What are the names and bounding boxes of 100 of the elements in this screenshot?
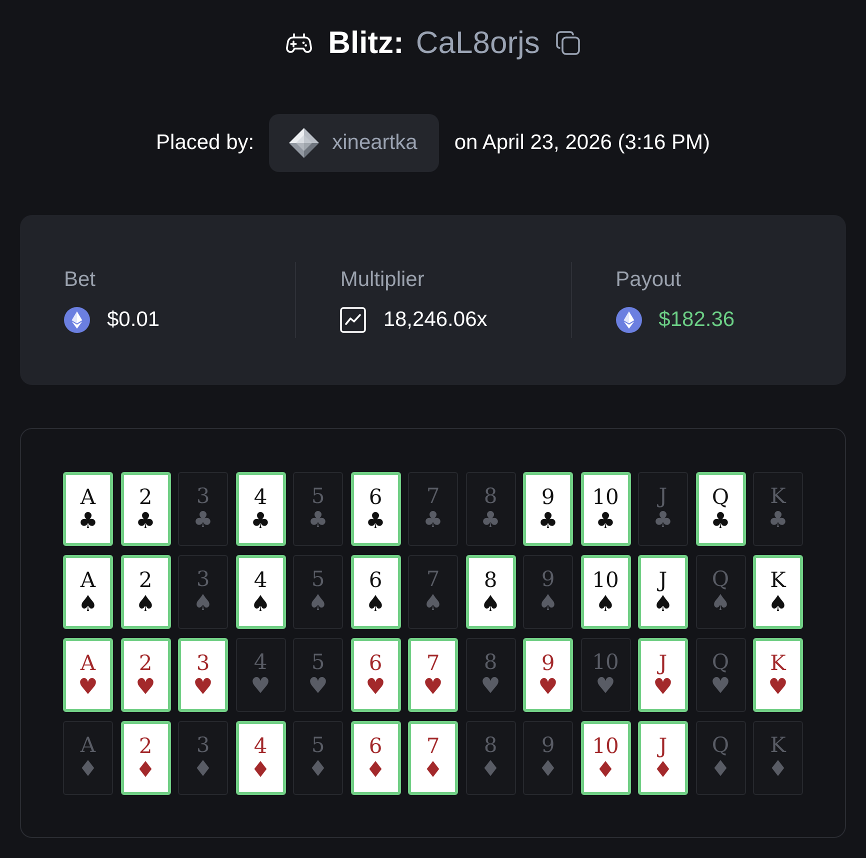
card-rank: 5 (311, 566, 325, 592)
card-suit: ♣ (136, 510, 156, 534)
diamond-icon (289, 128, 320, 158)
card-rank: K (770, 566, 786, 592)
card-rank: 6 (368, 566, 382, 592)
card-suit: ♠ (480, 592, 500, 616)
card-rank: 7 (426, 650, 440, 676)
card-suit: ♦ (366, 758, 386, 782)
card-suit: ♦ (710, 758, 730, 782)
gamepad-icon (286, 33, 312, 53)
card-rank: J (658, 483, 668, 509)
card-rank: 4 (254, 484, 268, 510)
card-rank: 2 (138, 732, 152, 758)
card-suit: ♦ (78, 758, 98, 782)
card-rank: 3 (196, 650, 210, 676)
card-rank: J (658, 732, 668, 758)
card-suit: ♣ (78, 510, 98, 534)
coin-icon (616, 307, 642, 333)
card-rank: 3 (196, 732, 210, 758)
card-suit: ♥ (136, 676, 156, 700)
card-rank: 10 (592, 732, 619, 758)
card-rank: J (658, 650, 668, 676)
card-suit: ♦ (653, 758, 673, 782)
card-rank: 6 (368, 650, 382, 676)
card-suit: ♥ (308, 675, 328, 699)
card-suit: ♦ (308, 758, 328, 782)
placed-date: on April 23, 2026 (3:16 PM) (454, 130, 710, 156)
card-rank: 7 (426, 732, 440, 758)
card-suit: ♦ (596, 758, 616, 782)
card-rank: 2 (138, 566, 152, 592)
card-suit: ♠ (768, 592, 788, 616)
card-suit: ♦ (423, 758, 443, 782)
card-suit: ♥ (538, 676, 558, 700)
card-suit: ♦ (768, 758, 788, 782)
card-suit: ♥ (78, 676, 98, 700)
card-rank: 9 (541, 484, 555, 510)
card-suit: ♥ (653, 676, 673, 700)
card-rank: 10 (592, 649, 619, 675)
card-suit: ♦ (538, 758, 558, 782)
stat-value: $0.01 (107, 307, 160, 333)
card-suit: ♠ (78, 592, 98, 616)
card-rank: 4 (254, 566, 268, 592)
card-rank: 8 (484, 566, 498, 592)
card-rank: K (770, 732, 786, 758)
card-suit: ♠ (366, 592, 386, 616)
user-link[interactable]: xineartka (269, 114, 440, 172)
card-suit: ♦ (250, 758, 270, 782)
card-rank: 10 (592, 484, 619, 510)
card-suit: ♣ (250, 510, 270, 534)
card-rank: Q (712, 484, 730, 510)
card-suit: ♣ (308, 509, 328, 533)
stat-label: Bet (64, 267, 96, 293)
card-rank: 6 (368, 732, 382, 758)
card-suit: ♣ (193, 509, 213, 533)
card-suit: ♥ (193, 676, 213, 700)
card-suit: ♣ (653, 509, 673, 533)
card-suit: ♠ (136, 592, 156, 616)
card-rank: 2 (138, 650, 152, 676)
card-suit: ♣ (768, 509, 788, 533)
card-rank: 9 (541, 566, 555, 592)
card-rank: 3 (196, 483, 210, 509)
game-title: Blitz: (328, 25, 404, 61)
card-rank: Q (712, 649, 730, 675)
stat-value: $182.36 (658, 307, 735, 333)
stat-label: Multiplier (340, 267, 424, 293)
card-rank: Q (712, 732, 730, 758)
card-suit: ♣ (596, 510, 616, 534)
card-suit: ♠ (596, 592, 616, 616)
card-rank: 10 (592, 566, 619, 592)
card-suit: ♠ (250, 592, 270, 616)
card-suit: ♠ (193, 592, 213, 616)
card-rank: 3 (196, 566, 210, 592)
card-rank: J (658, 566, 668, 592)
card-suit: ♥ (480, 675, 500, 699)
card-suit: ♠ (308, 592, 328, 616)
card-suit: ♠ (538, 592, 558, 616)
placed-by-label: Placed by: (156, 130, 254, 156)
card-rank: 8 (484, 483, 498, 509)
card-suit: ♥ (250, 675, 270, 699)
card-rank: A (80, 566, 96, 592)
card-suit: ♠ (653, 592, 673, 616)
card-suit: ♥ (768, 676, 788, 700)
card-suit: ♣ (480, 509, 500, 533)
game-code: CaL8orjs (416, 25, 540, 61)
card-rank: K (770, 483, 786, 509)
card-rank: 9 (541, 650, 555, 676)
card-rank: 5 (311, 732, 325, 758)
card-suit: ♦ (193, 758, 213, 782)
card-suit: ♥ (710, 675, 730, 699)
card-suit: ♥ (366, 676, 386, 700)
card-rank: 4 (254, 732, 268, 758)
card-suit: ♥ (596, 675, 616, 699)
stat-value: 18,246.06x (383, 307, 488, 333)
stat-label: Payout (616, 267, 682, 293)
line-chart-icon (340, 307, 366, 333)
card-rank: A (80, 484, 96, 510)
card-rank: Q (712, 566, 730, 592)
card-rank: 4 (254, 649, 268, 675)
copy-icon[interactable] (556, 31, 580, 55)
card-rank: K (770, 650, 786, 676)
